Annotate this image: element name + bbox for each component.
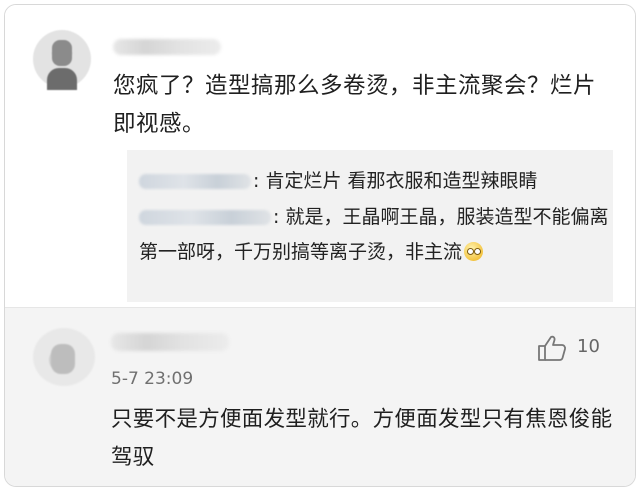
- avatar-head: [52, 40, 72, 66]
- avatar[interactable]: [33, 328, 95, 386]
- rolling-eyes-emoji-icon: [464, 242, 484, 261]
- thumbs-up-icon[interactable]: [537, 334, 567, 362]
- blurred-reply-username[interactable]: [139, 174, 251, 189]
- comment-card: 您疯了？造型搞那么多卷烫，非主流聚会？烂片即视感。 : 肯定烂片 看那衣服和造型…: [4, 4, 636, 487]
- avatar-torso: [47, 68, 77, 90]
- reply-item[interactable]: : 就是，王晶啊王晶，服装造型不能偏离第一部呀，千万别搞等离子烫，非主流: [139, 200, 609, 270]
- avatar-figure: [51, 344, 75, 374]
- blurred-reply-username[interactable]: [139, 210, 271, 225]
- reply-text: : 肯定烂片 看那衣服和造型辣眼睛: [253, 170, 538, 192]
- comment-timestamp: 5-7 23:09: [111, 369, 194, 389]
- like-count: 10: [577, 336, 600, 357]
- blurred-username[interactable]: [113, 39, 221, 55]
- reply-item[interactable]: : 肯定烂片 看那衣服和造型辣眼睛: [139, 164, 609, 198]
- comment-text: 您疯了？造型搞那么多卷烫，非主流聚会？烂片即视感。: [113, 73, 597, 137]
- blurred-username[interactable]: [111, 333, 229, 351]
- comment-text: 只要不是方便面发型就行。方便面发型只有焦恩俊能驾驭: [111, 407, 613, 470]
- avatar[interactable]: [33, 30, 91, 90]
- main-comment: 您疯了？造型搞那么多卷烫，非主流聚会？烂片即视感。 : 肯定烂片 看那衣服和造型…: [5, 5, 635, 307]
- second-comment: 5-7 23:09 10 只要不是方便面发型就行。方便面发型只有焦恩俊能驾驭: [5, 307, 635, 486]
- reply-thread: : 肯定烂片 看那衣服和造型辣眼睛 : 就是，王晶啊王晶，服装造型不能偏离第一部…: [127, 150, 613, 302]
